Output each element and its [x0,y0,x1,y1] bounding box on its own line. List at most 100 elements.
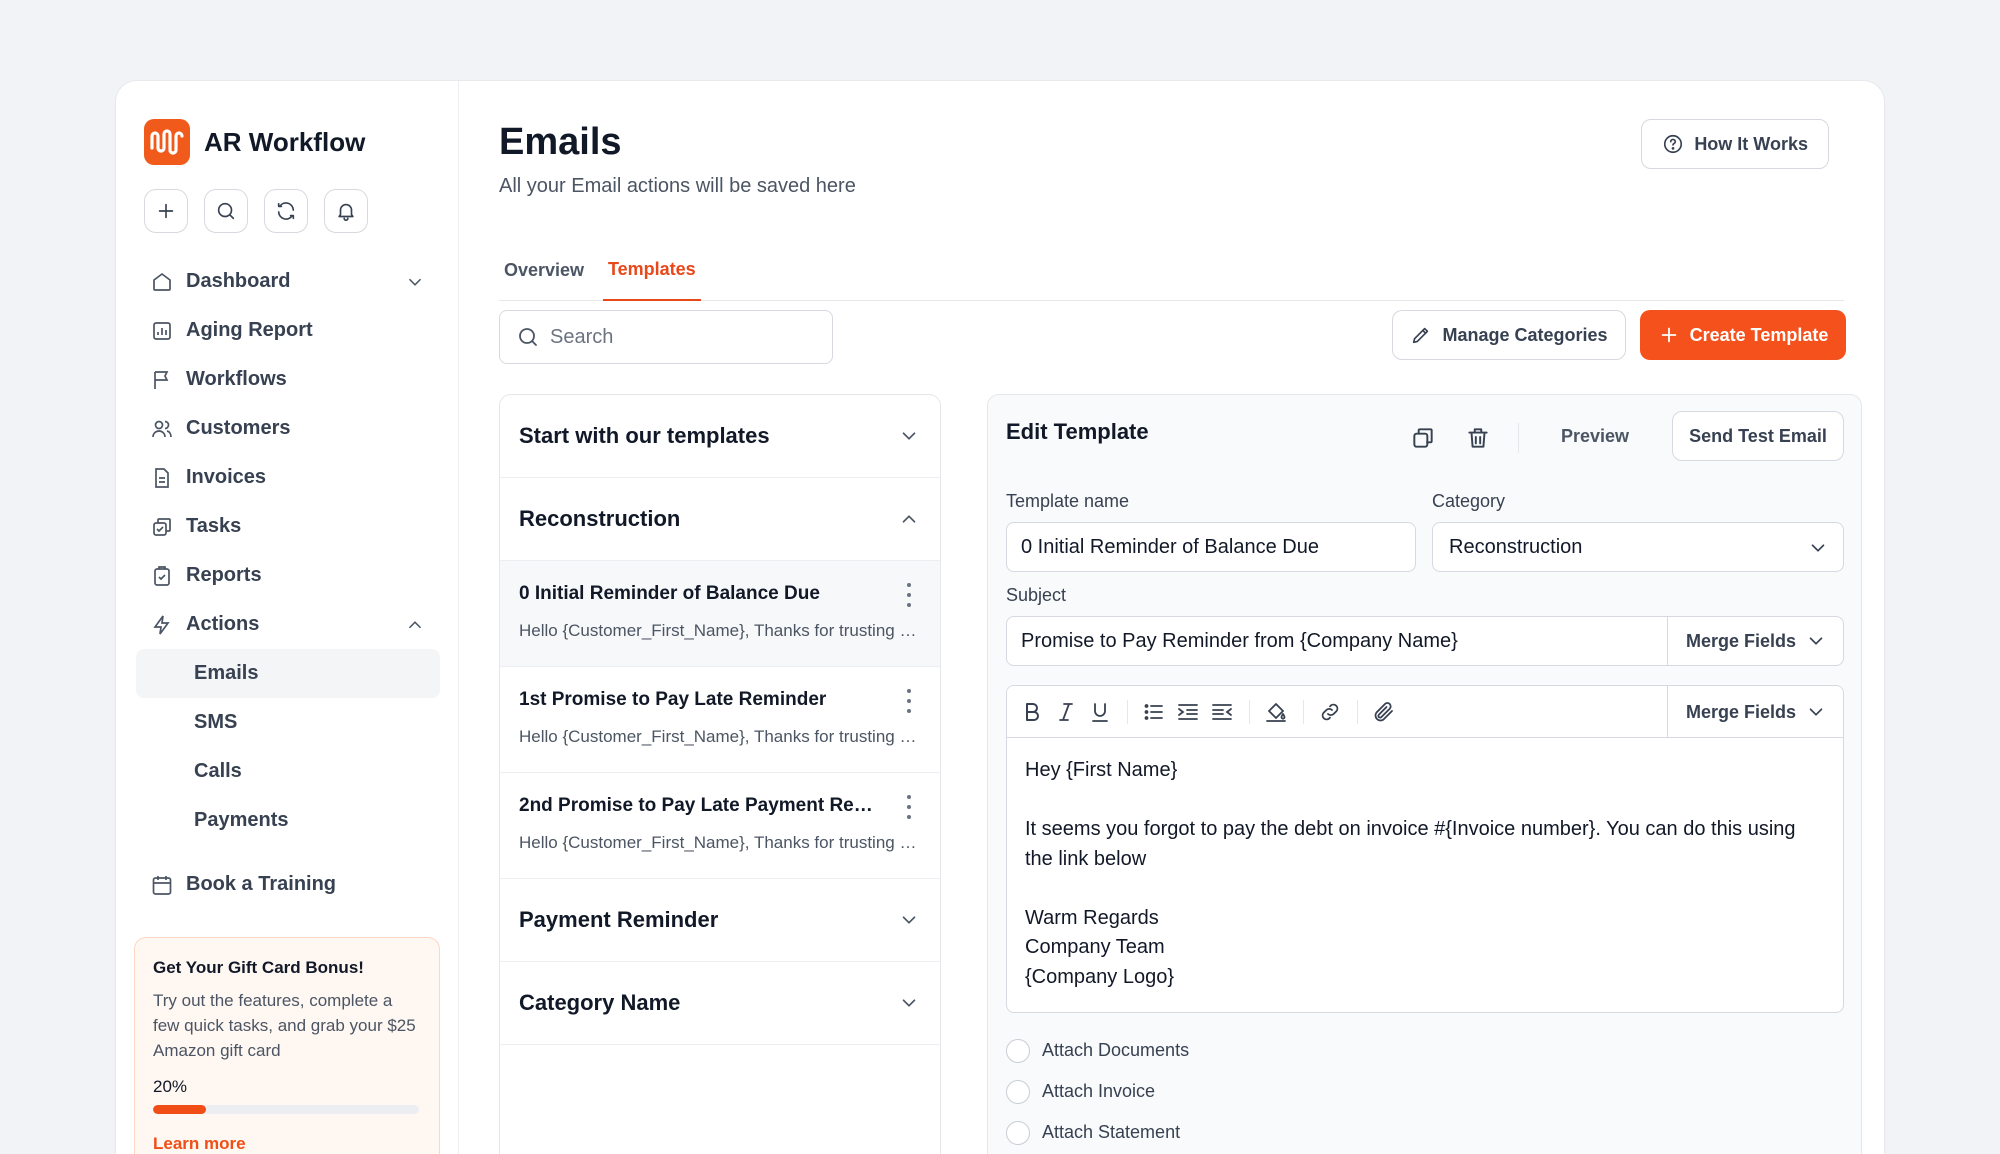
search-button[interactable] [204,189,248,233]
template-group-start[interactable]: Start with our templates [500,395,940,478]
gift-card-promo: Get Your Gift Card Bonus! Try out the fe… [134,937,440,1154]
fill-color-button[interactable] [1263,699,1289,725]
tab-overview[interactable]: Overview [499,239,589,301]
group-title: Reconstruction [519,506,681,531]
sidebar-subitem-calls[interactable]: Calls [136,747,440,796]
how-it-works-button[interactable]: How It Works [1641,119,1829,169]
category-label: Category [1432,491,1506,511]
template-item[interactable]: 0 Initial Reminder of Balance Due Hello … [500,561,940,667]
sidebar-item-actions[interactable]: Actions [136,600,440,649]
template-name-input[interactable] [1021,535,1415,559]
more-options-icon[interactable] [898,689,920,713]
users-icon [152,420,172,437]
document-icon [155,467,169,488]
notifications-button[interactable] [324,189,368,233]
home-icon [153,272,171,291]
sidebar-item-label: Book a Training [186,873,337,895]
refresh-button[interactable] [264,189,308,233]
outdent-button[interactable] [1209,699,1235,725]
search-icon [217,202,235,220]
sidebar-item-reports[interactable]: Reports [136,551,440,600]
sidebar-item-label: Aging Report [186,319,313,341]
help-circle-icon [1664,134,1683,154]
template-name-field[interactable] [1006,522,1416,572]
bold-button[interactable] [1019,699,1045,725]
brand[interactable]: AR Workflow [144,119,365,165]
toolbar-divider [1518,423,1519,453]
learn-more-link[interactable]: Learn more [153,1134,421,1154]
chevron-up-icon[interactable] [404,614,426,636]
pencil-icon [1413,327,1429,344]
template-item[interactable]: 2nd Promise to Pay Late Payment Reminder… [500,773,940,879]
sidebar-item-label: Actions [186,613,260,635]
bullet-list-button[interactable] [1141,699,1167,725]
bell-icon [338,203,354,221]
italic-button[interactable] [1053,699,1079,725]
subject-input[interactable] [1021,629,1661,653]
sidebar-subitem-payments[interactable]: Payments [136,796,440,845]
attach-statement-checkbox[interactable] [1006,1120,1030,1145]
tab-templates[interactable]: Templates [603,239,701,301]
sidebar-item-invoices[interactable]: Invoices [136,453,440,502]
promo-progress-label: 20% [153,1077,188,1096]
sidebar-item-aging-report[interactable]: Aging Report [136,306,440,355]
sidebar-item-customers[interactable]: Customers [136,404,440,453]
email-body[interactable]: Hey {First Name} It seems you forgot to … [1007,738,1843,1010]
quick-actions [144,189,368,233]
group-title: Payment Reminder [519,907,719,932]
template-list: Start with our templates Reconstruction … [499,394,941,1154]
chevron-down-icon[interactable] [404,271,426,293]
template-item[interactable]: 1st Promise to Pay Late Reminder Hello {… [500,667,940,773]
sidebar-item-tasks[interactable]: Tasks [136,502,440,551]
sidebar-subitem-emails[interactable]: Emails [136,649,440,698]
tasks-icon [153,517,171,536]
search-input[interactable] [550,325,810,349]
sidebar-subitem-sms[interactable]: SMS [136,698,440,747]
sidebar-item-dashboard[interactable]: Dashboard [136,257,440,306]
chevron-down-icon [902,999,916,1007]
template-group-payment-reminder[interactable]: Payment Reminder [500,879,940,962]
sidebar-item-label: Workflows [186,368,287,390]
underline-button[interactable] [1087,699,1113,725]
body-merge-fields-dropdown[interactable]: Merge Fields [1667,686,1843,738]
body-line: It seems you forgot to pay the debt on i… [1025,818,1796,870]
sidebar-item-workflows[interactable]: Workflows [136,355,440,404]
rich-text-editor[interactable]: Merge Fields Hey {First Name} It seems y… [1006,685,1844,1013]
chevron-down-icon [902,432,916,440]
sidebar-item-label: Reports [186,564,262,586]
template-preview: Hello {Customer_First_Name}, Thanks for … [519,833,925,852]
indent-button[interactable] [1175,699,1201,725]
trash-icon[interactable] [1465,425,1491,451]
template-title: 2nd Promise to Pay Late Payment Reminder [519,795,889,816]
duplicate-icon[interactable] [1410,425,1436,451]
search-box[interactable] [499,310,833,364]
logo-icon [144,119,190,165]
add-button[interactable] [144,189,188,233]
preview-button[interactable]: Preview [1543,411,1647,461]
sidebar-item-book-training[interactable]: Book a Training [136,860,440,909]
attach-file-button[interactable] [1371,699,1397,725]
attach-statement-option[interactable]: Attach Statement [1006,1112,1189,1153]
attach-documents-option[interactable]: Attach Documents [1006,1030,1189,1071]
sidebar-item-label: Dashboard [186,270,291,292]
more-options-icon[interactable] [898,795,920,819]
more-options-icon[interactable] [898,583,920,607]
template-group-category-name[interactable]: Category Name [500,962,940,1045]
create-template-button[interactable]: Create Template [1640,310,1846,360]
tab-bar: Overview Templates [499,239,1844,301]
template-preview: Hello {Customer_First_Name}, Thanks for … [519,621,925,640]
subject-field[interactable]: Merge Fields [1006,616,1844,666]
template-group-reconstruction[interactable]: Reconstruction [500,478,940,561]
manage-categories-button[interactable]: Manage Categories [1392,310,1626,360]
body-line: Warm Regards [1025,906,1159,929]
category-select[interactable]: Reconstruction [1432,522,1844,572]
insert-link-button[interactable] [1317,699,1343,725]
subject-merge-fields-dropdown[interactable]: Merge Fields [1667,617,1843,665]
toolbar-divider [1249,700,1250,724]
attach-invoice-checkbox[interactable] [1006,1079,1030,1104]
bold-icon [1026,703,1039,721]
attach-documents-checkbox[interactable] [1006,1038,1030,1063]
send-test-email-button[interactable]: Send Test Email [1672,411,1844,461]
attach-invoice-option[interactable]: Attach Invoice [1006,1071,1189,1112]
body-line [1025,786,1825,816]
